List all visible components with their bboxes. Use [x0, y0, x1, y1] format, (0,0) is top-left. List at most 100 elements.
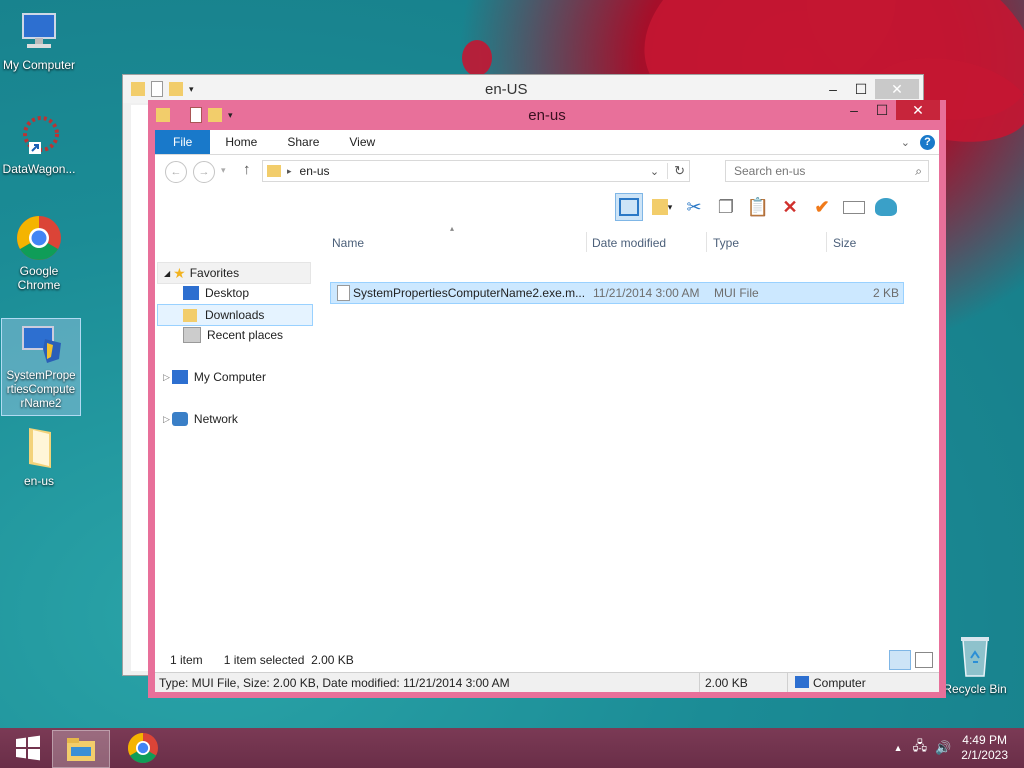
preview-pane-icon[interactable]: [615, 193, 643, 221]
delete-icon[interactable]: ✕: [777, 194, 803, 220]
up-arrow-icon[interactable]: ↑: [243, 161, 251, 178]
desktop-icon-my-computer[interactable]: My Computer: [0, 8, 78, 72]
folder-icon: [156, 108, 170, 122]
explorer-content: File Home Share View ⌄ ? ← → ▾ ↑ ▸ en-us…: [155, 130, 939, 692]
ribbon-expand-icon[interactable]: ⌄: [901, 136, 910, 149]
help-icon[interactable]: ?: [920, 134, 935, 150]
system-tray: ▲ 🖧 🔊 4:49 PM 2/1/2023: [894, 728, 1024, 768]
desktop-icon-label: SystemPropertiesComputerName2: [6, 370, 76, 410]
details-size: 2.00 KB: [705, 676, 748, 690]
desktop-icon-google-chrome[interactable]: Google Chrome: [0, 214, 78, 292]
windows-logo-icon: [16, 735, 40, 761]
expand-arrow-icon[interactable]: ▷: [163, 372, 170, 383]
network-icon[interactable]: 🖧: [913, 737, 928, 759]
sidebar-item-downloads[interactable]: Downloads: [157, 304, 313, 326]
cut-icon[interactable]: ✂: [681, 194, 707, 220]
item-count: 1 item: [170, 653, 203, 667]
search-icon[interactable]: ⌕: [915, 164, 922, 179]
details-info: Type: MUI File, Size: 2.00 KB, Date modi…: [159, 676, 510, 690]
folder-icon: [267, 165, 281, 177]
address-dropdown-icon[interactable]: ⌄: [650, 165, 659, 178]
computer-icon: [171, 370, 188, 384]
title-bar[interactable]: ▾ en-US – ☐ ✕: [123, 75, 923, 103]
close-button[interactable]: ✕: [875, 79, 919, 99]
sidebar-item-my-computer[interactable]: ▷ My Computer: [163, 367, 266, 387]
tab-file[interactable]: File: [155, 130, 211, 154]
desktop-icon-label: Google Chrome: [17, 264, 61, 292]
nav-label: Desktop: [205, 286, 250, 300]
recycle-bin-icon: [951, 632, 999, 680]
start-button[interactable]: [0, 730, 56, 766]
shell-icon[interactable]: [873, 194, 899, 220]
close-button[interactable]: ✕: [896, 100, 940, 120]
tab-home[interactable]: Home: [210, 130, 272, 154]
new-folder-icon[interactable]: [208, 108, 222, 122]
breadcrumb-separator-icon[interactable]: ▸: [287, 166, 292, 177]
clock-date: 2/1/2023: [961, 748, 1008, 762]
explorer-window[interactable]: ▾ en-us – ☐ ✕ File Home Share View ⌄ ? ←…: [148, 100, 946, 698]
column-header-type[interactable]: Type: [713, 236, 739, 250]
properties-icon: [151, 81, 163, 97]
maximize-button[interactable]: ☐: [847, 79, 875, 99]
breadcrumb-segment[interactable]: en-us: [300, 164, 330, 178]
status-bar: 1 item 1 item selected 2.00 KB: [155, 648, 939, 672]
minimize-button[interactable]: –: [819, 79, 847, 99]
nav-label: Downloads: [205, 308, 265, 322]
quick-access-toolbar: ▾: [156, 107, 233, 123]
volume-icon[interactable]: 🔊: [935, 740, 951, 756]
clock-time: 4:49 PM: [962, 733, 1007, 747]
table-row[interactable]: SystemPropertiesComputerName2.exe.m... 1…: [330, 282, 904, 304]
nav-label: My Computer: [193, 370, 266, 384]
sidebar-item-network[interactable]: ▷ Network: [163, 409, 238, 429]
tab-share[interactable]: Share: [272, 130, 334, 154]
tab-view[interactable]: View: [334, 130, 390, 154]
minimize-button[interactable]: –: [840, 100, 868, 120]
search-input[interactable]: Search en-us ⌕: [725, 160, 929, 182]
title-bar[interactable]: ▾ en-us – ☐ ✕: [148, 100, 946, 130]
desktop-icon-en-us[interactable]: en-us: [0, 424, 78, 488]
sidebar-item-recent-places[interactable]: Recent places: [183, 325, 283, 345]
desktop-icon-label: en-us: [23, 474, 55, 488]
desktop-icon-systemproperties[interactable]: SystemPropertiesComputerName2: [1, 318, 81, 416]
nav-favorites-header[interactable]: ◢ ★ Favorites: [157, 262, 311, 284]
file-size: 2 KB: [872, 286, 899, 300]
desktop-icon-datawagon[interactable]: DataWagon...: [0, 112, 78, 176]
downloads-folder-icon: [183, 308, 197, 322]
paste-icon[interactable]: 📋: [745, 194, 771, 220]
folder-icon: [15, 424, 63, 472]
sidebar-item-desktop[interactable]: Desktop: [183, 283, 249, 303]
maximize-button[interactable]: ☐: [868, 100, 896, 120]
column-header-size[interactable]: Size: [833, 236, 856, 250]
expand-arrow-icon[interactable]: ▷: [163, 414, 170, 425]
address-bar[interactable]: ▸ en-us ⌄ ↻: [262, 160, 690, 182]
column-headers: ▴ Name Date modified Type Size: [330, 224, 904, 256]
taskbar-google-chrome[interactable]: [115, 730, 171, 766]
details-location: Computer: [813, 676, 866, 690]
large-icons-view-icon[interactable]: [915, 652, 933, 668]
chevron-down-icon[interactable]: ▾: [228, 110, 233, 121]
rename-icon[interactable]: [841, 194, 867, 220]
recent-locations-icon[interactable]: ▾: [221, 165, 226, 176]
taskbar-file-explorer[interactable]: [52, 730, 110, 768]
details-view-icon[interactable]: [889, 650, 911, 670]
column-header-name[interactable]: Name: [332, 236, 364, 250]
new-folder-icon: [169, 82, 183, 96]
show-hidden-icons-icon[interactable]: ▲: [894, 743, 903, 753]
checkmark-icon[interactable]: ✔: [809, 194, 835, 220]
file-date: 11/21/2014 3:00 AM: [593, 286, 700, 300]
desktop-icon-recycle-bin[interactable]: Recycle Bin: [936, 632, 1014, 696]
copy-icon[interactable]: ❐: [713, 194, 739, 220]
column-header-date[interactable]: Date modified: [592, 236, 666, 250]
back-button[interactable]: ←: [165, 161, 187, 183]
folder-options-icon[interactable]: ▾: [649, 194, 675, 220]
clock[interactable]: 4:49 PM 2/1/2023: [961, 733, 1008, 763]
refresh-icon[interactable]: ↻: [667, 163, 685, 179]
file-name: SystemPropertiesComputerName2.exe.m...: [353, 286, 586, 300]
desktop-icon-label: DataWagon...: [2, 162, 76, 176]
expand-arrow-icon[interactable]: ◢: [164, 269, 170, 278]
properties-icon[interactable]: [190, 107, 202, 123]
window-title: en-US: [485, 80, 528, 98]
details-bar: Type: MUI File, Size: 2.00 KB, Date modi…: [155, 672, 939, 692]
chevron-down-icon[interactable]: ▾: [189, 84, 194, 95]
forward-button[interactable]: →: [193, 161, 215, 183]
